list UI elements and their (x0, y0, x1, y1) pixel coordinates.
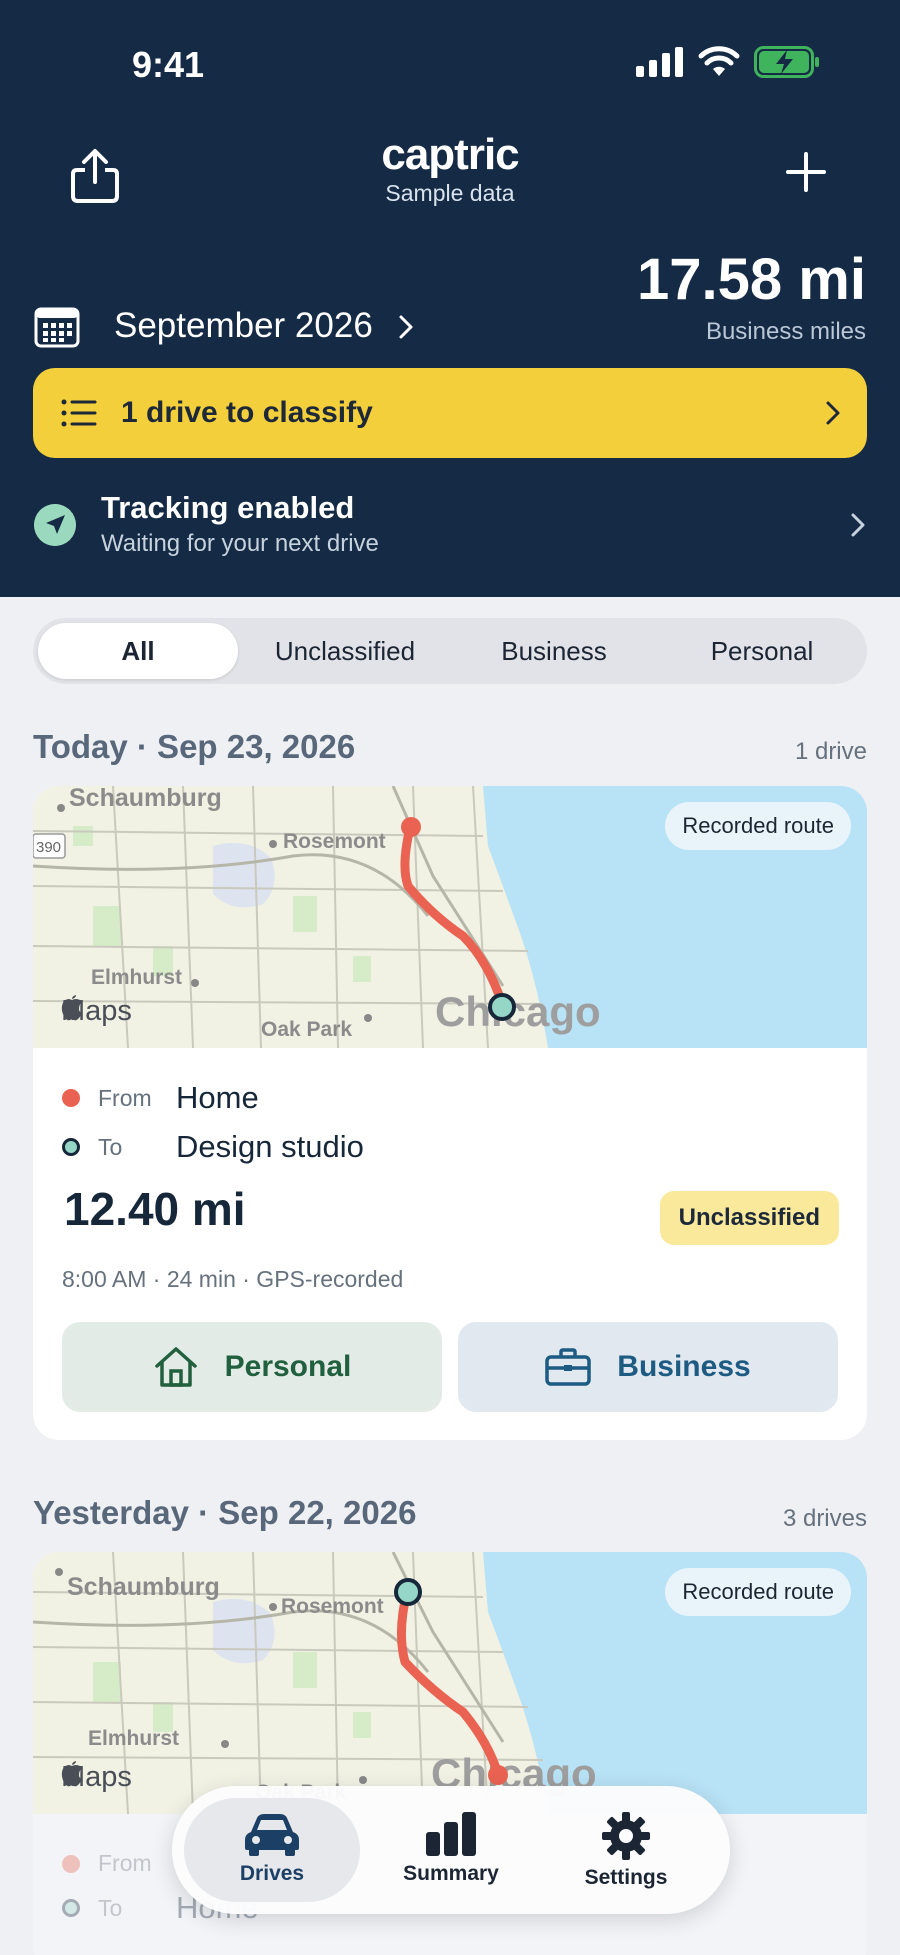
from-label: From (98, 1084, 152, 1111)
route-end-marker (488, 993, 516, 1021)
map-label: Elmhurst (91, 966, 182, 989)
to-dot-icon (62, 1138, 80, 1156)
classify-banner[interactable]: 1 drive to classify (33, 368, 867, 458)
map-label: Schaumburg (67, 1573, 220, 1601)
business-miles-value: 17.58 mi (637, 247, 866, 312)
home-icon (154, 1347, 197, 1387)
business-button-label: Business (617, 1350, 751, 1383)
day-header-title: Yesterday · Sep 22, 2026 (33, 1494, 417, 1531)
map-label: 390 (36, 839, 61, 856)
sample-data-label: Sample data (385, 180, 515, 206)
chevron-right-icon[interactable] (396, 312, 416, 342)
recorded-route-badge: Recorded route (665, 1568, 851, 1616)
tab-summary[interactable]: Summary (363, 1798, 539, 1902)
map-label: Rosemont (283, 830, 386, 853)
map-label: Oak Park (261, 1018, 352, 1041)
day-drive-count: 3 drives (782, 1505, 867, 1532)
route-map[interactable]: Schaumburg Rosemont Elmhurst Oak Park Ch… (33, 1552, 867, 1814)
route-end-marker (488, 1765, 508, 1785)
tab-summary-label: Summary (403, 1862, 499, 1885)
tab-settings-label: Settings (584, 1866, 668, 1889)
map-label: Schaumburg (69, 786, 222, 812)
filter-tab-personal[interactable]: Personal (662, 623, 862, 679)
from-label: From (98, 1850, 152, 1876)
from-row: From Home (62, 1080, 259, 1116)
map-label: Chicago (435, 988, 601, 1035)
map-label: Elmhurst (88, 1727, 179, 1750)
header: 9:41 captric Sample data 17.58 mi Busine… (0, 0, 900, 597)
maps-attribution: Maps (61, 1761, 132, 1794)
tab-drives-label: Drives (239, 1862, 305, 1885)
tab-bar: Drives Summary Settings (172, 1786, 730, 1914)
list-icon (61, 399, 97, 427)
drive-distance: 12.40 mi (64, 1183, 246, 1235)
from-dot-icon (62, 1854, 80, 1873)
gear-icon (602, 1812, 650, 1860)
filter-tab-unclassified[interactable]: Unclassified (245, 623, 445, 679)
to-value: Design studio (176, 1129, 364, 1164)
to-label: To (98, 1133, 123, 1160)
maps-attribution: Maps (61, 995, 132, 1028)
classify-business-button[interactable]: Business (458, 1322, 838, 1412)
chevron-right-icon[interactable] (850, 512, 866, 538)
car-icon (245, 1814, 299, 1856)
to-label: To (98, 1894, 123, 1921)
map-label: Rosemont (281, 1595, 384, 1618)
battery-charging-icon (754, 46, 819, 78)
from-value: Home (176, 1080, 259, 1115)
to-dot-icon (62, 1899, 80, 1917)
add-drive-icon[interactable] (784, 150, 828, 194)
business-miles-label: Business miles (705, 318, 866, 345)
tab-settings[interactable]: Settings (538, 1798, 714, 1902)
location-arrow-icon (34, 504, 76, 546)
route-map[interactable]: 390 Schaumburg Rosemont Elmhurst Oak Par… (33, 786, 867, 1048)
classify-personal-button[interactable]: Personal (62, 1322, 442, 1412)
recorded-route-badge: Recorded route (665, 802, 851, 850)
to-row: To Design studio (62, 1129, 364, 1165)
status-icons (636, 46, 820, 78)
briefcase-icon (545, 1348, 592, 1386)
tracking-subtitle: Waiting for your next drive (101, 530, 379, 557)
cellular-signal-icon (636, 47, 683, 77)
day-header-title: Today · Sep 23, 2026 (33, 728, 356, 765)
chevron-right-icon (826, 401, 840, 425)
filter-tab-business[interactable]: Business (454, 623, 654, 679)
from-dot-icon (62, 1089, 80, 1107)
apple-logo-icon (61, 995, 82, 1021)
tab-drives[interactable]: Drives (184, 1798, 360, 1902)
wifi-icon (698, 46, 740, 76)
status-time: 9:41 (132, 44, 205, 85)
route-start-marker (394, 1578, 422, 1606)
from-row: From (62, 1850, 176, 1877)
calendar-icon[interactable] (34, 306, 80, 348)
status-badge: Unclassified (659, 1191, 839, 1245)
route-start-marker (401, 817, 421, 837)
personal-button-label: Personal (224, 1350, 352, 1383)
month-selector[interactable]: September 2026 (114, 306, 373, 346)
app-logo: captric (381, 130, 519, 179)
bar-chart-icon (426, 1812, 476, 1856)
filter-tab-all[interactable]: All (38, 623, 238, 679)
drive-card[interactable]: 390 Schaumburg Rosemont Elmhurst Oak Par… (33, 786, 867, 1440)
tracking-title[interactable]: Tracking enabled (101, 490, 354, 526)
day-drive-count: 1 drive (794, 738, 867, 765)
filter-segmented-control: All Unclassified Business Personal (33, 618, 867, 684)
apple-logo-icon (61, 1761, 82, 1787)
classify-banner-label: 1 drive to classify (121, 396, 373, 429)
drive-meta: 8:00 AM · 24 min · GPS-recorded (62, 1266, 404, 1292)
